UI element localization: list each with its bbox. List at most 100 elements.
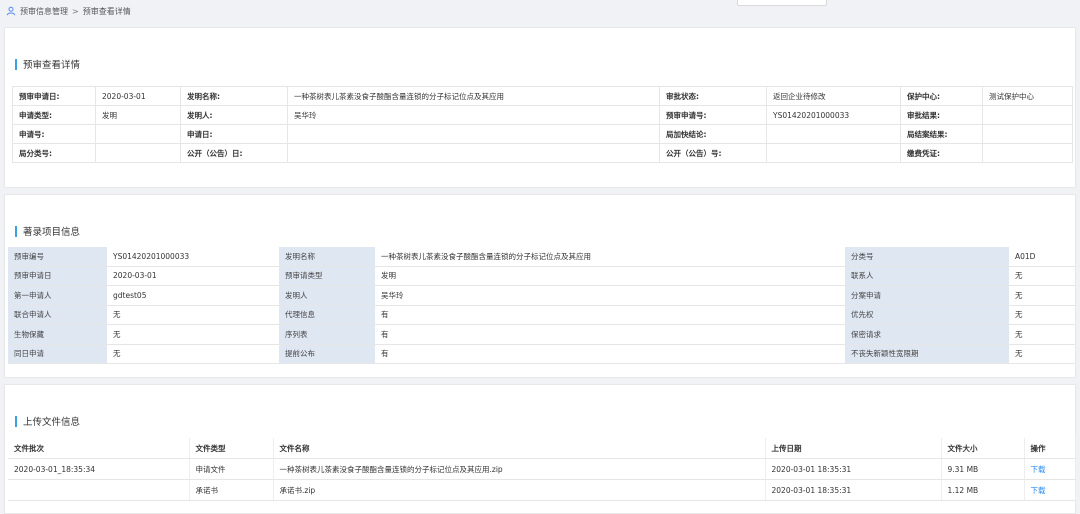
breadcrumb-parent-link[interactable]: 预审信息管理	[20, 6, 68, 17]
detail-panel: 预审查看详情 预审申请日: 2020-03-01 发明名称: 一种茶树表儿茶素没食子酸…	[4, 27, 1076, 188]
item-value: 有	[375, 344, 845, 364]
detail-value	[95, 143, 181, 163]
detail-label: 局加快结论:	[659, 124, 767, 144]
item-label: 发明名称	[279, 247, 375, 267]
file-date: 2020-03-01 18:35:31	[765, 479, 942, 501]
item-value: 无	[1009, 344, 1075, 364]
detail-row: 局分类号: 公开（公告）日: 公开（公告）号: 缴费凭证:	[12, 143, 1073, 163]
top-button[interactable]	[737, 0, 827, 6]
item-value: 有	[375, 305, 845, 325]
download-link[interactable]: 下载	[1024, 479, 1076, 501]
item-value: 无	[1009, 305, 1075, 325]
item-label: 序列表	[279, 324, 375, 345]
title-accent-bar	[15, 225, 17, 237]
item-label: 第一申请人	[8, 285, 107, 306]
item-value: 发明	[375, 266, 845, 286]
detail-value	[766, 124, 901, 144]
detail-panel-title: 预审查看详情	[15, 57, 80, 71]
item-value: 2020-03-01	[107, 266, 279, 286]
files-table: 文件批次 文件类型 文件名称 上传日期 文件大小 操作 2020-03-01_18:35:…	[8, 438, 1076, 501]
files-title-text: 上传文件信息	[23, 417, 81, 428]
file-batch: 2020-03-01_18:35:34	[8, 458, 190, 480]
item-label: 分案申请	[845, 285, 1009, 306]
detail-value	[287, 143, 660, 163]
detail-value: YS01420201000033	[766, 105, 901, 125]
item-label: 发明人	[279, 285, 375, 306]
detail-label: 预审申请号:	[659, 105, 767, 125]
item-value: 无	[107, 324, 279, 345]
breadcrumb: 预审信息管理 > 预审查看详情	[0, 0, 1080, 22]
detail-row: 申请类型: 发明 发明人: 吴华玲 预审申请号: YS01420201000033 审批结果…	[12, 105, 1073, 125]
item-value: 无	[1009, 285, 1075, 306]
files-column-header: 文件名称	[273, 438, 766, 459]
files-header-row: 文件批次 文件类型 文件名称 上传日期 文件大小 操作	[8, 438, 1076, 459]
detail-value	[766, 143, 901, 163]
item-value: YS01420201000033	[107, 247, 279, 267]
item-label: 预审申请日	[8, 266, 107, 286]
breadcrumb-current: 预审查看详情	[82, 6, 131, 16]
detail-label: 局结案结果:	[900, 124, 983, 144]
item-label: 预审编号	[8, 247, 107, 267]
item-value: gdtest05	[107, 285, 279, 306]
item-value: 一种茶树表儿茶素没食子酸酯含量连锁的分子标记位点及其应用	[375, 247, 845, 267]
items-row: 同日申请无提前公布有不丧失新颖性宽限期无	[8, 344, 1075, 364]
item-value: 无	[107, 305, 279, 325]
item-value: 无	[107, 344, 279, 364]
detail-value: 吴华玲	[287, 105, 660, 125]
item-value: A01D	[1009, 247, 1075, 267]
item-label: 分类号	[845, 247, 1009, 267]
items-row: 第一申请人 gdtest05 发明人 吴华玲 分案申请无	[8, 285, 1075, 306]
items-table: 预审编号 YS01420201000033 发明名称 一种茶树表儿茶素没食子酸酯含量连…	[8, 247, 1075, 364]
detail-value	[95, 124, 181, 144]
item-label: 不丧失新颖性宽限期	[845, 344, 1009, 364]
detail-table: 预审申请日: 2020-03-01 发明名称: 一种茶树表儿茶素没食子酸酯含量连锁的分…	[12, 86, 1073, 163]
detail-label: 保护中心:	[900, 86, 983, 106]
files-panel-title: 上传文件信息	[15, 414, 80, 428]
detail-value	[982, 105, 1073, 125]
file-name: 一种茶树表儿茶素没食子酸酯含量连锁的分子标记位点及其应用.zip	[273, 458, 766, 480]
file-type: 承诺书	[189, 479, 274, 501]
detail-row: 预审申请日: 2020-03-01 发明名称: 一种茶树表儿茶素没食子酸酯含量连锁的分…	[12, 86, 1073, 106]
title-accent-bar	[15, 58, 17, 70]
files-panel: 上传文件信息 文件批次 文件类型 文件名称 上传日期 文件大小 操作 2020-03-01…	[4, 384, 1076, 514]
detail-label: 公开（公告）日:	[180, 143, 288, 163]
item-value: 吴华玲	[375, 285, 845, 306]
detail-label: 申请类型:	[12, 105, 96, 125]
file-type: 申请文件	[189, 458, 274, 480]
detail-value	[982, 124, 1073, 144]
detail-value: 发明	[95, 105, 181, 125]
items-panel-title: 著录项目信息	[15, 224, 80, 238]
detail-row: 申请号: 申请日: 局加快结论: 局结案结果:	[12, 124, 1073, 144]
item-label: 生物保藏	[8, 324, 107, 345]
table-row: 承诺书 承诺书.zip 2020-03-01 18:35:31 1.12 MB 下载	[8, 479, 1076, 501]
detail-value: 返回企业待修改	[766, 86, 901, 106]
items-title-text: 著录项目信息	[23, 227, 81, 238]
detail-label: 发明人:	[180, 105, 288, 125]
table-row: 2020-03-01_18:35:34 申请文件 一种茶树表儿茶素没食子酸酯含量连锁…	[8, 458, 1076, 480]
detail-label: 审批结果:	[900, 105, 983, 125]
breadcrumb-separator: >	[72, 6, 79, 16]
file-size: 9.31 MB	[941, 458, 1025, 480]
detail-value: 2020-03-01	[95, 86, 181, 106]
item-label: 联系人	[845, 266, 1009, 286]
files-column-header: 文件大小	[941, 438, 1025, 459]
item-label: 同日申请	[8, 344, 107, 364]
files-column-header: 操作	[1024, 438, 1076, 459]
detail-title-text: 预审查看详情	[23, 60, 81, 71]
download-link[interactable]: 下载	[1024, 458, 1076, 480]
files-column-header: 文件批次	[8, 438, 190, 459]
detail-label: 申请号:	[12, 124, 96, 144]
detail-value	[287, 124, 660, 144]
detail-label: 局分类号:	[12, 143, 96, 163]
item-label: 联合申请人	[8, 305, 107, 325]
item-label: 代理信息	[279, 305, 375, 325]
file-size: 1.12 MB	[941, 479, 1025, 501]
item-label: 优先权	[845, 305, 1009, 325]
file-batch	[8, 479, 190, 501]
items-panel: 著录项目信息 预审编号 YS01420201000033 发明名称 一种茶树表儿茶素没…	[4, 194, 1076, 378]
user-icon	[6, 6, 16, 16]
detail-label: 发明名称:	[180, 86, 288, 106]
files-column-header: 文件类型	[189, 438, 274, 459]
detail-label: 审批状态:	[659, 86, 767, 106]
detail-value	[982, 143, 1073, 163]
